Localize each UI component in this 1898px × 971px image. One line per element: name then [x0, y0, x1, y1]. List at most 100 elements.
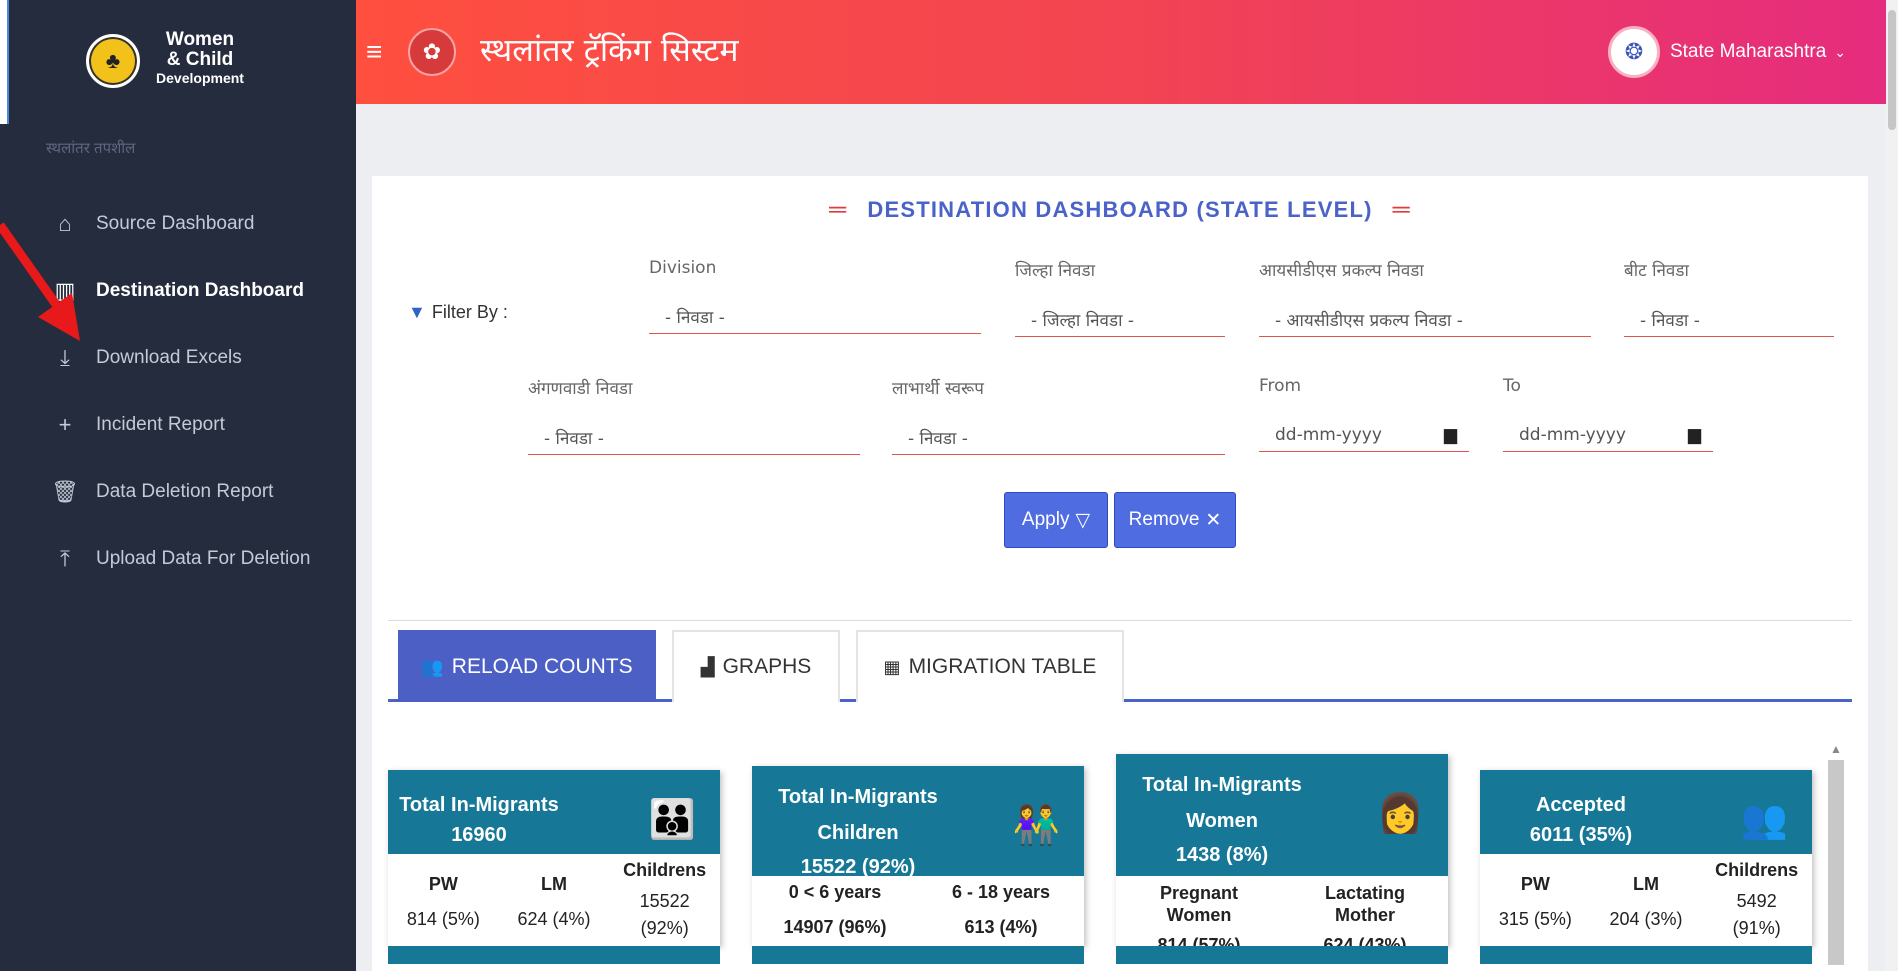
pregnant-header: Pregnant — [1159, 883, 1238, 903]
sidebar-item-label: Source Dashboard — [96, 212, 255, 234]
beneficiary-input[interactable]: - निवडा - — [892, 421, 1225, 455]
district-label: जिल्हा निवडा — [1015, 261, 1095, 281]
apply-label: Apply — [1021, 509, 1070, 530]
sidebar-item-data-deletion-report[interactable]: 🗑 Data Deletion Report — [50, 458, 350, 525]
district-value: - जिल्हा निवडा - — [1031, 311, 1135, 331]
division-input[interactable]: - निवडा - — [649, 300, 981, 334]
from-date-field[interactable]: From dd-mm-yyyy ▆ — [1259, 376, 1469, 452]
stat-subtitle: Children — [817, 822, 899, 844]
children-percent: (92%) — [640, 918, 689, 938]
age-0-6-header: 0 < 6 years — [788, 882, 882, 902]
anganwadi-label: अंगणवाडी निवडा — [528, 379, 633, 399]
division-select[interactable]: Division - निवडा - — [649, 258, 981, 334]
lactating-header: Lactating — [1324, 883, 1405, 903]
stats-scrollbar[interactable]: ▲ — [1828, 742, 1844, 965]
tab-label: GRAPHS — [722, 655, 812, 678]
age-0-6-value: 14907 (96%) — [783, 917, 887, 937]
brand[interactable]: ♣ Women & Child Development — [0, 0, 356, 124]
upload-icon: ⤒ — [60, 545, 70, 571]
stat-title: Accepted — [1535, 794, 1627, 816]
district-select[interactable]: जिल्हा निवडा - जिल्हा निवडा - — [1015, 258, 1225, 337]
state-user-menu[interactable]: ❂ State Maharashtra ⌄ — [1607, 26, 1846, 78]
lm-header: LM — [541, 874, 567, 894]
stat-card-women[interactable]: Total In-Migrants Women 1438 (8%) 👩 Preg… — [1116, 754, 1448, 964]
stat-breakdown: PW 814 (5%) LM 624 (4%) Childrens 15522 (92%… — [388, 854, 720, 939]
apply-button[interactable]: Apply ▽ — [1004, 492, 1108, 548]
stat-card-header: Total In-Migrants 16960 👪 — [388, 770, 720, 854]
lm-value: 624 (4%) — [517, 909, 591, 929]
filter-funnel-icon: ▼ — [408, 302, 426, 322]
division-value: - निवडा - — [665, 308, 725, 328]
sidebar-item-incident-report[interactable]: + Incident Report — [50, 391, 350, 458]
hamburger-menu-icon[interactable]: ≡ — [366, 36, 382, 68]
sidebar-item-label: Data Deletion Report — [96, 480, 274, 502]
brand-line1: Women — [165, 29, 235, 50]
beat-select[interactable]: बीट निवडा - निवडा - — [1624, 258, 1834, 337]
beneficiary-select[interactable]: लाभार्थी स्वरूप - निवडा - — [892, 376, 1225, 455]
top-header: ≡ ✿ स्थलांतर ट्रॅकिंग सिस्टम ❂ State Mah… — [356, 0, 1886, 104]
anganwadi-value: - निवडा - — [544, 429, 604, 449]
beat-label: बीट निवडा — [1624, 261, 1689, 281]
calendar-icon[interactable]: ▆ — [1444, 425, 1457, 445]
icds-label: आयसीडीएस प्रकल्प निवडा — [1259, 261, 1424, 281]
stat-card-header: Total In-Migrants Children 15522 (92%) 👫 — [752, 766, 1084, 878]
district-input[interactable]: - जिल्हा निवडा - — [1015, 303, 1225, 337]
tab-migration-table[interactable]: ▦ MIGRATION TABLE — [856, 630, 1124, 702]
stat-value: 1438 (8%) — [1175, 844, 1269, 866]
tab-graphs[interactable]: ▟ GRAPHS — [672, 630, 840, 702]
to-label: To — [1503, 376, 1521, 396]
beneficiary-value: - निवडा - — [908, 429, 968, 449]
lm-header: LM — [1633, 874, 1659, 894]
to-date-placeholder: dd-mm-yyyy — [1519, 424, 1626, 445]
stat-card-total-in-migrants[interactable]: Total In-Migrants 16960 👪 PW 814 (5%) LM 6… — [388, 770, 720, 964]
sidebar-item-label: Incident Report — [96, 413, 225, 435]
children-percent: (91%) — [1732, 918, 1781, 938]
from-date-input[interactable]: dd-mm-yyyy ▆ — [1259, 418, 1469, 452]
scroll-up-icon[interactable]: ▲ — [1830, 742, 1842, 756]
stat-card-footer — [1116, 946, 1448, 964]
stat-title: Total In-Migrants — [1142, 774, 1302, 796]
wcd-logo-icon: ♣ — [86, 34, 140, 88]
kids-icon: 👫 — [1012, 805, 1060, 847]
anganwadi-select[interactable]: अंगणवाडी निवडा - निवडा - — [528, 376, 860, 455]
sidebar-item-upload-data-for-deletion[interactable]: ⤒ Upload Data For Deletion — [50, 525, 350, 592]
age-6-18-value: 613 (4%) — [964, 917, 1038, 937]
chevron-down-icon: ⌄ — [1834, 43, 1846, 60]
dashboard-title-text: DESTINATION DASHBOARD (STATE LEVEL) — [867, 197, 1373, 222]
brand-edge — [0, 0, 9, 124]
tab-reload-counts[interactable]: 👥 RELOAD COUNTS — [398, 630, 656, 702]
pw-header: PW — [428, 874, 458, 894]
icds-project-select[interactable]: आयसीडीएस प्रकल्प निवडा - आयसीडीएस प्रकल्… — [1259, 258, 1591, 337]
pw-header: PW — [1520, 874, 1550, 894]
stat-card-accepted[interactable]: Accepted 6011 (35%) 👥 PW 315 (5%) LM 204 (… — [1480, 770, 1812, 964]
maharashtra-map-logo-icon: ✿ — [408, 28, 456, 76]
divider — [388, 620, 1852, 621]
dashboard-tabs: 👥 RELOAD COUNTS ▟ GRAPHS ▦ MIGRATION TABLE — [388, 630, 1852, 702]
children-header: Childrens — [1715, 860, 1799, 880]
brand-text: Women & Child Development — [145, 29, 255, 87]
remove-button[interactable]: Remove ✕ — [1114, 492, 1236, 548]
stat-breakdown: Pregnant Women 814 (57%) Lactating Mother 62… — [1116, 876, 1448, 956]
page-scrollbar[interactable] — [1886, 0, 1898, 971]
children-value: 15522 — [639, 891, 690, 911]
to-date-field[interactable]: To dd-mm-yyyy ▆ — [1503, 376, 1713, 452]
beat-value: - निवडा - — [1640, 311, 1700, 331]
stat-title: Total In-Migrants — [778, 786, 938, 808]
icds-input[interactable]: - आयसीडीएस प्रकल्प निवडा - — [1259, 303, 1591, 337]
stat-subtitle: Women — [1186, 810, 1258, 832]
download-icon: ⤓ — [60, 344, 70, 370]
stat-card-children[interactable]: Total In-Migrants Children 15522 (92%) 👫… — [752, 766, 1084, 964]
pw-value: 315 (5%) — [1498, 909, 1572, 929]
trash-icon: 🗑 — [51, 478, 79, 504]
scrollbar-thumb[interactable] — [1888, 10, 1896, 130]
red-arrow-annotation — [0, 222, 80, 341]
beat-input[interactable]: - निवडा - — [1624, 303, 1834, 337]
lactating-header-line2: Mother — [1335, 905, 1395, 925]
stat-breakdown: PW 315 (5%) LM 204 (3%) Childrens 5492 (91%) — [1480, 854, 1812, 939]
calendar-icon[interactable]: ▆ — [1688, 425, 1701, 445]
stat-card-footer — [1480, 946, 1812, 964]
children-value: 5492 — [1736, 891, 1777, 911]
anganwadi-input[interactable]: - निवडा - — [528, 421, 860, 455]
to-date-input[interactable]: dd-mm-yyyy ▆ — [1503, 418, 1713, 452]
filter-by-text: Filter By : — [431, 302, 508, 322]
